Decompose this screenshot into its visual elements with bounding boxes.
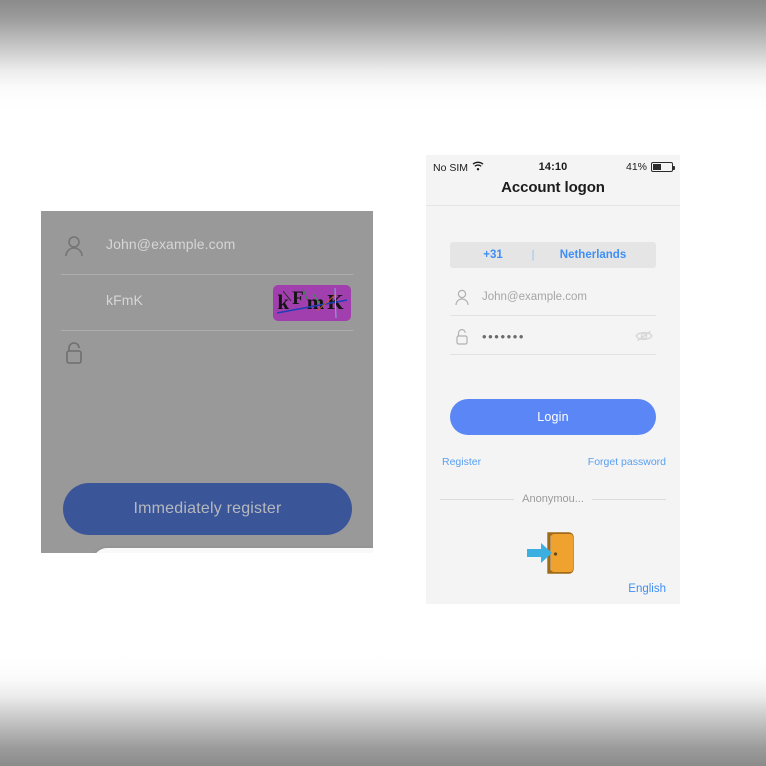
screenshot-canvas: John@example.com kFmK kFmK Immediately r…	[0, 0, 766, 766]
account-input-value: John@example.com	[482, 291, 587, 303]
status-bar-right: 41%	[625, 161, 675, 173]
person-icon	[454, 289, 470, 307]
password-input[interactable]: •••••••	[450, 321, 656, 355]
forget-password-link[interactable]: Forget password	[588, 456, 666, 468]
country-separator: |	[531, 249, 535, 261]
divider-rule-left	[440, 498, 515, 500]
register-email-value: John@example.com	[106, 236, 236, 252]
battery-icon	[651, 162, 675, 172]
account-input[interactable]: John@example.com	[450, 282, 656, 316]
captcha-image[interactable]: kFmK	[273, 285, 351, 321]
register-captcha-value: kFmK	[106, 292, 143, 308]
eye-off-icon[interactable]	[634, 328, 654, 344]
divider-rule-right	[591, 498, 667, 500]
registration-screen: John@example.com kFmK kFmK Immediately r…	[41, 211, 373, 553]
anonymous-divider: Anonymou...	[440, 492, 667, 506]
door-enter-icon[interactable]	[523, 530, 583, 576]
register-link[interactable]: Register	[442, 456, 481, 468]
captcha-noise-lines	[276, 287, 348, 319]
lock-icon	[63, 341, 85, 365]
register-captcha-field[interactable]: kFmK kFmK	[61, 275, 353, 331]
anonymous-divider-label: Anonymou...	[522, 493, 584, 505]
lock-icon	[454, 328, 470, 346]
country-selector[interactable]: +31 | Netherlands	[450, 242, 656, 268]
login-button[interactable]: Login	[450, 399, 656, 435]
battery-percent-label: 41%	[625, 161, 647, 173]
success-dialog: Congratulations, you've registered succe…	[93, 548, 373, 553]
person-icon	[63, 235, 85, 259]
status-bar: No SIM 14:10 41%	[426, 155, 680, 179]
account-logon-screen: No SIM 14:10 41% Account logon +31 | Net…	[426, 155, 680, 604]
country-name-label: Netherlands	[559, 249, 627, 261]
country-code-label: +31	[483, 249, 503, 261]
page-title: Account logon	[501, 179, 605, 196]
battery-level-fill	[653, 164, 661, 170]
header-separator	[426, 205, 680, 206]
password-input-value: •••••••	[482, 329, 526, 344]
register-password-field[interactable]	[61, 331, 353, 387]
immediately-register-button[interactable]: Immediately register	[63, 483, 352, 535]
english-language-link[interactable]: English	[628, 583, 666, 595]
register-email-field[interactable]: John@example.com	[61, 219, 353, 275]
